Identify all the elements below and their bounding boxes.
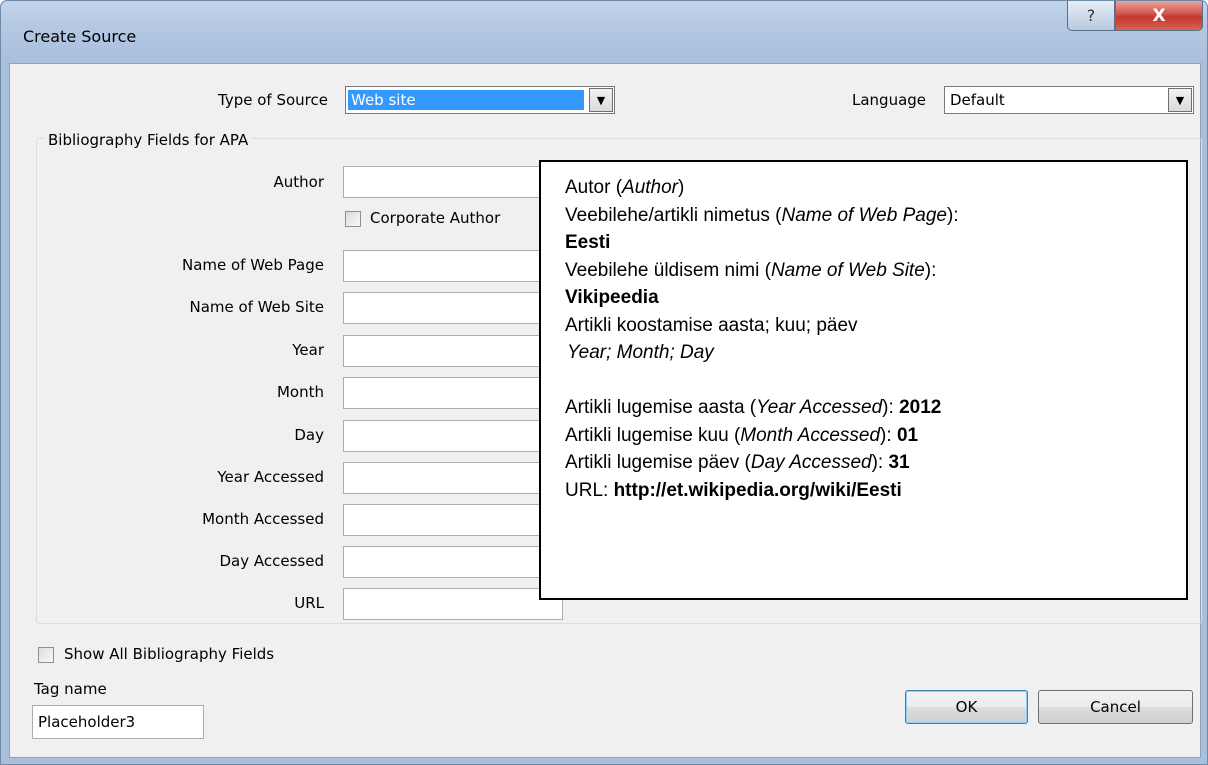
name-of-web-site-label: Name of Web Site (189, 298, 324, 316)
show-all-fields-checkbox[interactable] (38, 647, 54, 663)
day-label: Day (294, 426, 324, 444)
help-icon: ? (1086, 6, 1096, 25)
cancel-button[interactable]: Cancel (1038, 690, 1193, 724)
show-all-fields-label: Show All Bibliography Fields (64, 645, 275, 663)
chevron-down-icon[interactable]: ▼ (589, 88, 613, 112)
name-of-web-page-input[interactable] (343, 250, 563, 282)
group-title: Bibliography Fields for APA (44, 131, 253, 149)
note-line: Veebilehe/artikli nimetus (Name of Web P… (565, 204, 959, 226)
note-spacer (565, 367, 1186, 395)
close-button[interactable]: X (1115, 1, 1203, 31)
month-accessed-label: Month Accessed (202, 510, 324, 528)
ok-button[interactable]: OK (905, 690, 1028, 724)
year-input[interactable] (343, 335, 563, 367)
language-select[interactable]: Default ▼ (944, 86, 1194, 114)
note-line: Vikipeedia (565, 287, 659, 308)
corporate-author-label: Corporate Author (370, 209, 501, 227)
annotation-note: Autor (Author) Veebilehe/artikli nimetus… (539, 160, 1188, 600)
note-line: URL: http://et.wikipedia.org/wiki/Eesti (565, 479, 902, 501)
month-label: Month (276, 383, 324, 401)
chevron-down-icon[interactable]: ▼ (1168, 88, 1192, 112)
language-value: Default (950, 91, 1005, 109)
note-line: Veebilehe üldisem nimi (Name of Web Site… (565, 259, 937, 281)
note-line: Artikli lugemise päev (Day Accessed): 31 (565, 452, 910, 473)
year-label: Year (292, 341, 324, 359)
day-accessed-input[interactable] (343, 546, 563, 578)
tag-name-label: Tag name (34, 680, 107, 698)
corporate-author-checkbox[interactable] (345, 211, 361, 227)
help-button[interactable]: ? (1067, 1, 1115, 31)
type-of-source-value: Web site (348, 90, 584, 110)
name-of-web-page-label: Name of Web Page (181, 256, 324, 274)
url-input[interactable] (343, 588, 563, 620)
note-line: Artikli lugemise kuu (Month Accessed): 0… (565, 424, 919, 446)
note-line: Eesti (565, 232, 611, 253)
close-icon: X (1152, 5, 1166, 26)
type-of-source-label: Type of Source (218, 91, 328, 109)
tag-name-input[interactable]: Placeholder3 (32, 705, 204, 739)
year-accessed-label: Year Accessed (217, 468, 324, 486)
year-accessed-input[interactable] (343, 462, 563, 494)
month-input[interactable] (343, 377, 563, 409)
url-label: URL (294, 594, 324, 612)
note-line: Artikli koostamise aasta; kuu; päev (565, 314, 858, 336)
day-accessed-label: Day Accessed (219, 552, 325, 570)
day-input[interactable] (343, 420, 563, 452)
type-of-source-select[interactable]: Web site ▼ (345, 86, 615, 114)
month-accessed-input[interactable] (343, 504, 563, 536)
author-input[interactable] (343, 166, 563, 198)
note-line: Autor (Author) (565, 177, 685, 198)
language-label: Language (852, 91, 927, 109)
author-label: Author (273, 173, 324, 191)
note-line: Artikli lugemise aasta (Year Accessed): … (565, 397, 942, 418)
dialog-title: Create Source (23, 27, 137, 46)
note-line: Year; Month; Day (567, 342, 714, 363)
name-of-web-site-input[interactable] (343, 292, 563, 324)
tag-name-value: Placeholder3 (38, 713, 136, 731)
